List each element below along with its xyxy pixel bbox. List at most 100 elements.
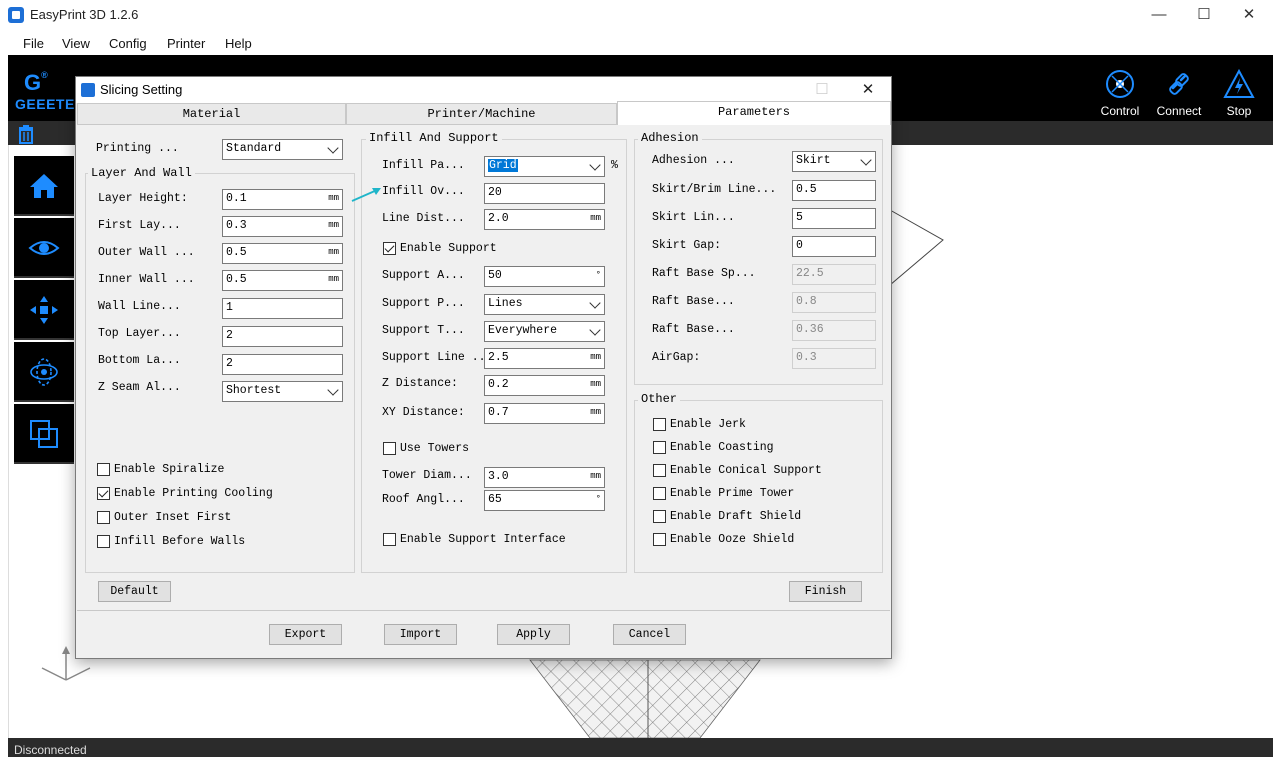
support-type-select[interactable]: Everywhere: [484, 321, 605, 342]
infill-pattern-select[interactable]: Grid: [484, 156, 605, 177]
import-button[interactable]: Import: [384, 624, 457, 645]
connect-label: Connect: [1156, 104, 1202, 118]
tab-material[interactable]: Material: [77, 103, 346, 125]
percent-sign: %: [611, 159, 618, 172]
wall-line-field[interactable]: 1: [222, 298, 343, 319]
chevron-down-icon: [589, 324, 601, 336]
tab-parameters[interactable]: Parameters: [617, 101, 891, 125]
inner-wall-label: Inner Wall ...: [98, 273, 195, 286]
z-seam-value: Shortest: [226, 384, 282, 397]
z-distance-field[interactable]: 0.2 mm: [484, 375, 605, 396]
unit-label: mm: [590, 407, 601, 417]
roof-angle-field[interactable]: 65 °: [484, 490, 605, 511]
ooze-shield-label: Enable Ooze Shield: [670, 533, 795, 546]
apply-button[interactable]: Apply: [497, 624, 570, 645]
sidebar-scale-button[interactable]: [14, 404, 74, 464]
chevron-down-icon: [589, 159, 601, 171]
infill-and-support-title: Infill And Support: [366, 131, 502, 145]
degree-unit: °: [595, 270, 601, 280]
menu-printer[interactable]: Printer: [167, 36, 205, 51]
z-seam-select[interactable]: Shortest: [222, 381, 343, 402]
close-button[interactable]: ✕: [1226, 4, 1272, 26]
layer-height-field[interactable]: 0.1 mm: [222, 189, 343, 210]
tower-diameter-field[interactable]: 3.0 mm: [484, 467, 605, 488]
printing-cooling-label: Enable Printing Cooling: [114, 487, 273, 500]
sidebar-rotate-button[interactable]: [14, 342, 74, 402]
sidebar-view-button[interactable]: [14, 218, 74, 278]
skirt-brim-line-field[interactable]: 0.5: [792, 180, 876, 201]
app-logo-icon: [8, 7, 24, 23]
support-interface-checkbox[interactable]: [383, 533, 396, 546]
layer-height-value: 0.1: [226, 192, 247, 205]
menu-help[interactable]: Help: [225, 36, 252, 51]
unit-label: mm: [590, 471, 601, 481]
default-button[interactable]: Default: [98, 581, 171, 602]
adhesion-type-select[interactable]: Skirt: [792, 151, 876, 172]
scale-icon: [30, 420, 58, 448]
stop-button[interactable]: Stop: [1209, 66, 1269, 118]
conical-support-checkbox[interactable]: [653, 464, 666, 477]
top-layer-field[interactable]: 2: [222, 326, 343, 347]
move-icon: [30, 296, 58, 324]
xy-distance-label: XY Distance:: [382, 406, 465, 419]
spiralize-checkbox[interactable]: [97, 463, 110, 476]
infill-before-walls-checkbox[interactable]: [97, 535, 110, 548]
outer-wall-field[interactable]: 0.5 mm: [222, 243, 343, 264]
tab-printer-machine[interactable]: Printer/Machine: [346, 103, 617, 125]
enable-jerk-label: Enable Jerk: [670, 418, 746, 431]
infill-pattern-label: Infill Pa...: [382, 159, 465, 172]
first-layer-field[interactable]: 0.3 mm: [222, 216, 343, 237]
minimize-button[interactable]: —: [1136, 4, 1182, 26]
menu-config[interactable]: Config: [109, 36, 147, 51]
line-distance-field[interactable]: 2.0 mm: [484, 209, 605, 230]
enable-support-checkbox[interactable]: [383, 242, 396, 255]
bottom-layer-field[interactable]: 2: [222, 354, 343, 375]
unit-label: mm: [328, 193, 339, 203]
menu-view[interactable]: View: [62, 36, 90, 51]
raft-base-width-field: 0.36: [792, 320, 876, 341]
skirt-lines-field[interactable]: 5: [792, 208, 876, 229]
conical-support-label: Enable Conical Support: [670, 464, 822, 477]
trash-icon[interactable]: [16, 124, 36, 144]
inner-wall-field[interactable]: 0.5 mm: [222, 270, 343, 291]
cancel-button[interactable]: Cancel: [613, 624, 686, 645]
menu-file[interactable]: File: [23, 36, 44, 51]
support-pattern-select[interactable]: Lines: [484, 294, 605, 315]
spiralize-label: Enable Spiralize: [114, 463, 225, 476]
support-line-value: 2.5: [488, 351, 509, 364]
support-angle-field[interactable]: 50 °: [484, 266, 605, 287]
finish-button[interactable]: Finish: [789, 581, 862, 602]
skirt-gap-value: 0: [796, 239, 803, 252]
enable-coasting-checkbox[interactable]: [653, 441, 666, 454]
adhesion-title: Adhesion: [638, 131, 702, 145]
sidebar-move-button[interactable]: [14, 280, 74, 340]
sidebar-home-button[interactable]: [14, 156, 74, 216]
infill-overlap-field[interactable]: 20: [484, 183, 605, 204]
ooze-shield-checkbox[interactable]: [653, 533, 666, 546]
printing-select[interactable]: Standard: [222, 139, 343, 160]
layer-and-wall-title: Layer And Wall: [88, 166, 195, 180]
draft-shield-checkbox[interactable]: [653, 510, 666, 523]
prime-tower-checkbox[interactable]: [653, 487, 666, 500]
inner-wall-value: 0.5: [226, 273, 247, 286]
printing-cooling-checkbox[interactable]: [97, 487, 110, 500]
dialog-maximize-button[interactable]: ☐: [802, 79, 842, 101]
control-button[interactable]: Control: [1090, 66, 1150, 118]
control-icon: [1106, 70, 1134, 98]
use-towers-checkbox[interactable]: [383, 442, 396, 455]
xy-distance-field[interactable]: 0.7 mm: [484, 403, 605, 424]
connect-button[interactable]: Connect: [1149, 66, 1209, 118]
support-line-field[interactable]: 2.5 mm: [484, 348, 605, 369]
home-icon: [30, 174, 58, 198]
infill-before-walls-label: Infill Before Walls: [114, 535, 246, 548]
wall-line-value: 1: [226, 301, 233, 314]
skirt-lines-label: Skirt Lin...: [652, 211, 735, 224]
use-towers-label: Use Towers: [400, 442, 470, 455]
enable-jerk-checkbox[interactable]: [653, 418, 666, 431]
outer-inset-first-checkbox[interactable]: [97, 511, 110, 524]
skirt-gap-field[interactable]: 0: [792, 236, 876, 257]
maximize-button[interactable]: ☐: [1181, 4, 1227, 26]
dialog-close-button[interactable]: ✕: [848, 79, 888, 101]
app-titlebar: [8, 0, 1273, 31]
export-button[interactable]: Export: [269, 624, 342, 645]
